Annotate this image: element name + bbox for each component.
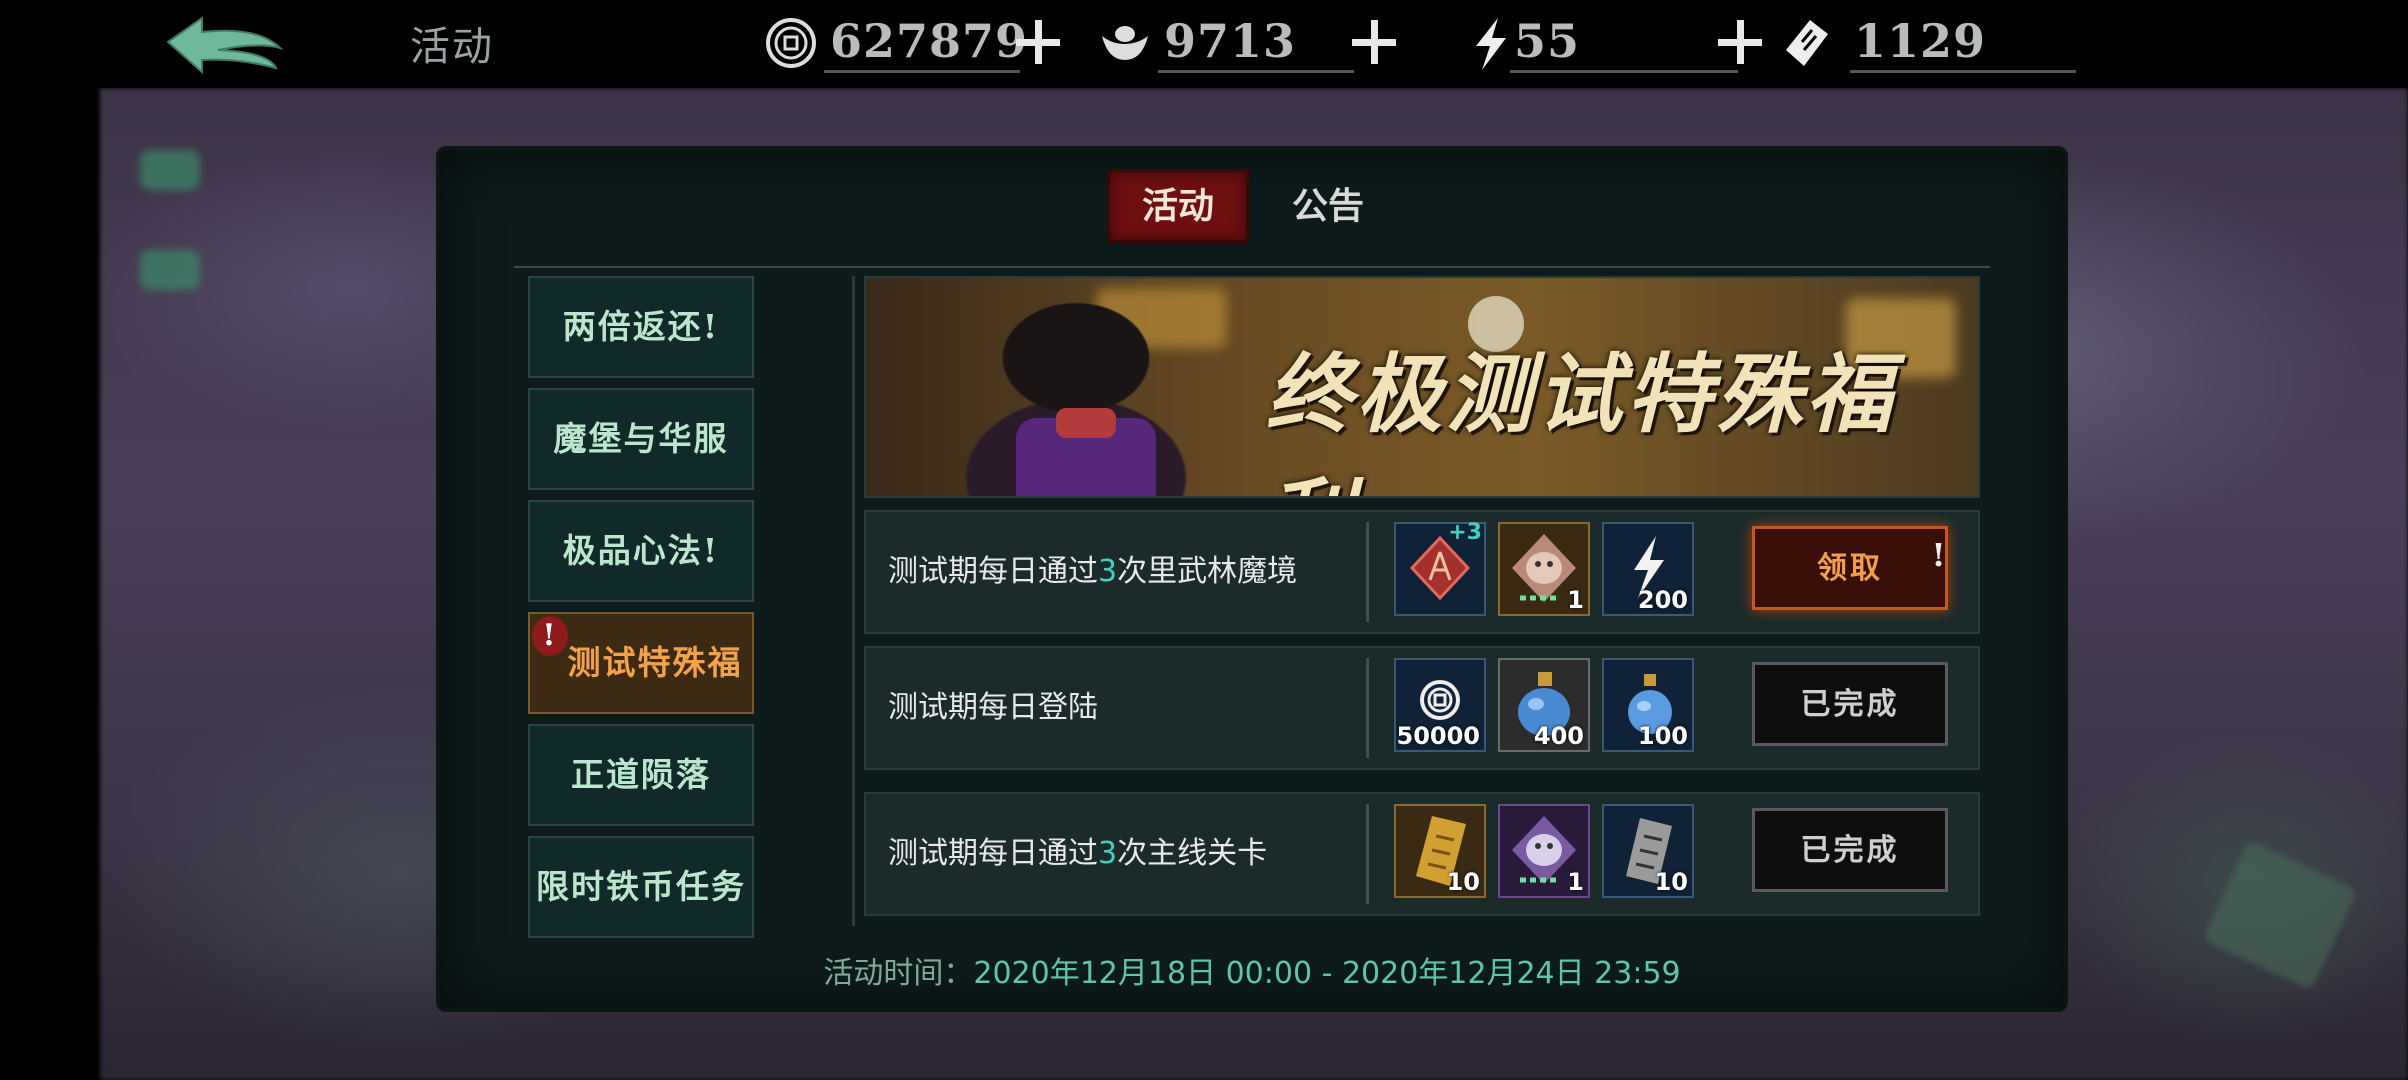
back-button[interactable]	[158, 12, 288, 78]
silver-ingot-value: 9713	[1164, 14, 1297, 68]
reward-count: 1	[1567, 868, 1584, 896]
banner-character-art	[906, 288, 1266, 496]
completed-button: 已完成	[1752, 808, 1948, 892]
event-end-time: 2020年12月24日 23:59	[1341, 956, 1681, 991]
backdrop-lantern-glow	[140, 150, 200, 190]
add-silver-ingot-button[interactable]	[1350, 18, 1398, 66]
reward-count: 1	[1567, 586, 1584, 614]
character-scarf	[1056, 408, 1116, 438]
event-time-separator: -	[1312, 956, 1342, 991]
ticket-value: 1129	[1854, 14, 1987, 68]
add-copper-coin-button[interactable]	[1014, 18, 1062, 66]
event-banner: 终极测试特殊福利	[864, 276, 1980, 498]
resource-underline	[824, 70, 1020, 73]
sidebar-item-test-welfare[interactable]: ! 测试特殊福利	[528, 612, 754, 780]
tab-divider	[514, 266, 1990, 268]
event-start-time: 2020年12月18日 00:00	[973, 956, 1313, 991]
reward-item[interactable]: 1	[1498, 804, 1590, 898]
ticket-icon	[1786, 20, 1828, 66]
sidebar-item-righteous-fall[interactable]: 正道陨落	[528, 724, 754, 826]
task-row: 测试期每日登陆 50000 400 100 已完成	[864, 646, 1980, 770]
row-separator	[1366, 522, 1369, 622]
reward-count: 50000	[1396, 722, 1481, 750]
resource-stamina: 55	[1464, 10, 1764, 73]
sidebar-item-castle-costume[interactable]: 魔堡与华服	[528, 388, 754, 490]
reward-item[interactable]: 10	[1394, 804, 1486, 898]
resource-ticket: 1129	[1780, 10, 2080, 73]
reward-count: 10	[1446, 868, 1480, 896]
reward-item[interactable]: 100	[1602, 658, 1694, 752]
claim-button[interactable]: 领取 !	[1752, 526, 1948, 610]
reward-item[interactable]: 10	[1602, 804, 1694, 898]
resource-underline	[1158, 70, 1354, 73]
task-row: 测试期每日通过3次里武林魔境 +3 1 200 领取 !	[864, 510, 1980, 634]
task-desc-text: 测试期每日通过	[888, 836, 1098, 871]
task-desc-number: 3	[1098, 554, 1118, 589]
sidebar-item-iron-coin-tasks[interactable]: 限时铁币任务	[528, 836, 754, 938]
page-title: 活动	[410, 24, 494, 70]
lightning-stamina-icon	[1476, 18, 1506, 70]
content-divider	[852, 276, 855, 926]
reward-count: 200	[1637, 586, 1688, 614]
banner-title: 终极测试特殊福利	[1266, 344, 1896, 496]
copper-coin-icon	[766, 18, 816, 68]
reward-item[interactable]: +3	[1394, 520, 1486, 616]
sidebar-item-premium-skill[interactable]: 极品心法!	[528, 500, 754, 602]
task-description: 测试期每日登陆	[888, 648, 1098, 768]
copper-coin-value: 627879	[830, 14, 1029, 68]
row-separator	[1366, 804, 1369, 904]
alert-badge: !	[532, 616, 568, 656]
resource-copper-coin: 627879	[764, 10, 1064, 73]
task-desc-number: 3	[1098, 836, 1118, 871]
claim-alert-icon: !	[1931, 536, 1949, 574]
reward-item[interactable]: 1	[1498, 522, 1590, 616]
event-time-label: 活动时间：	[823, 956, 974, 991]
row-separator	[1366, 658, 1369, 758]
backdrop-lantern-glow	[140, 250, 200, 290]
task-description: 测试期每日通过3次里武林魔境	[888, 512, 1297, 632]
activity-panel: 活动 公告 两倍返还! 魔堡与华服 极品心法! ! 测试特殊福利 正道陨落 限时…	[440, 150, 2064, 1008]
task-desc-text: 次主线关卡	[1117, 836, 1268, 871]
task-desc-text: 测试期每日通过	[888, 554, 1098, 589]
reward-item[interactable]: 200	[1602, 522, 1694, 616]
reward-item[interactable]: 50000	[1394, 658, 1486, 752]
sidebar-item-double-return[interactable]: 两倍返还!	[528, 276, 754, 378]
silver-ingot-icon	[1102, 26, 1148, 60]
add-stamina-button[interactable]	[1716, 18, 1764, 66]
reward-count: 10	[1654, 868, 1688, 896]
resource-underline	[1510, 70, 1738, 73]
reward-count: 400	[1533, 722, 1584, 750]
stamina-value: 55	[1514, 14, 1581, 68]
task-row: 测试期每日通过3次主线关卡 10 1 10 已完成	[864, 792, 1980, 916]
reward-bonus-badge: +3	[1448, 520, 1482, 545]
task-description: 测试期每日通过3次主线关卡	[888, 794, 1267, 914]
back-arrow-icon	[166, 16, 284, 75]
reward-count: 100	[1637, 722, 1688, 750]
resource-silver-ingot: 9713	[1098, 10, 1398, 73]
task-desc-text: 测试期每日登陆	[888, 690, 1098, 725]
resource-underline	[1850, 70, 2076, 73]
completed-button: 已完成	[1752, 662, 1948, 746]
top-bar: 活动 627879 9713 55 1129	[0, 0, 2408, 88]
reward-item[interactable]: 400	[1498, 658, 1590, 752]
tab-announcements[interactable]: 公告	[1260, 172, 1396, 240]
claim-button-label: 领取	[1817, 551, 1883, 586]
event-time: 活动时间：2020年12月18日 00:00 - 2020年12月24日 23:…	[440, 948, 2064, 992]
task-desc-text: 次里武林魔境	[1117, 554, 1298, 589]
tab-activities[interactable]: 活动	[1110, 172, 1246, 240]
